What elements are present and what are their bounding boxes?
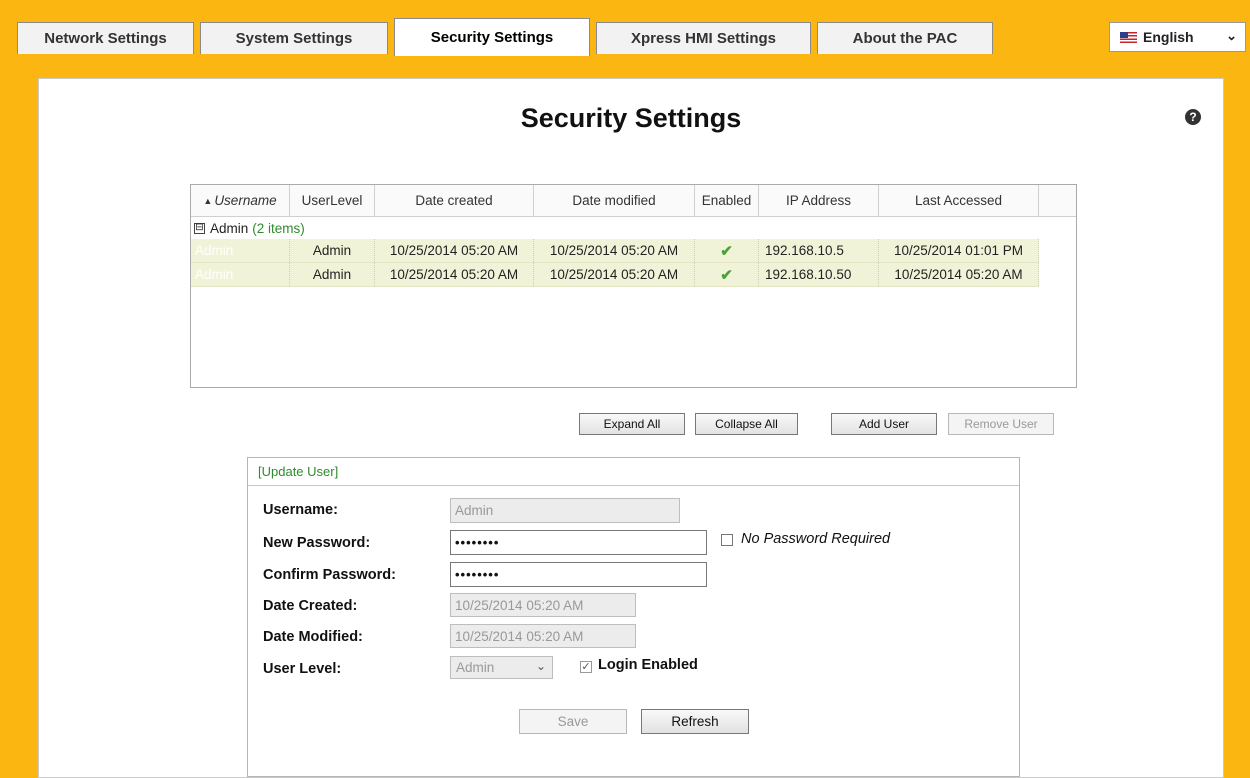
- date-modified-field[interactable]: 10/25/2014 05:20 AM: [450, 624, 636, 648]
- cell-username: Admin: [191, 239, 290, 262]
- tab-security-settings[interactable]: Security Settings: [394, 18, 590, 56]
- checkmark-icon: ✔: [720, 242, 733, 260]
- column-header-date-created[interactable]: Date created: [375, 185, 534, 216]
- form-legend: [Update User]: [258, 464, 339, 479]
- tab-about-the-pac[interactable]: About the PAC: [817, 22, 993, 54]
- username-label: Username:: [263, 502, 338, 518]
- add-user-button[interactable]: Add User: [831, 413, 937, 435]
- settings-tabs: Network Settings System Settings Securit…: [17, 18, 999, 56]
- page-title: Security Settings: [520, 103, 742, 133]
- no-password-label: No Password Required: [741, 531, 891, 547]
- confirm-password-field[interactable]: ••••••••: [450, 562, 707, 587]
- cell-ip-address: 192.168.10.50: [759, 263, 879, 286]
- date-created-field[interactable]: 10/25/2014 05:20 AM: [450, 593, 636, 617]
- update-user-form: [Update User] Username: Admin New Passwo…: [247, 457, 1020, 777]
- cell-username: Admin: [191, 263, 290, 286]
- content-panel: Security Settings ? ▲ Username UserLevel …: [38, 78, 1224, 778]
- table-row[interactable]: Admin Admin 10/25/2014 05:20 AM 10/25/20…: [191, 263, 1039, 287]
- column-label: Username: [214, 193, 277, 208]
- user-level-label: User Level:: [263, 661, 342, 677]
- group-count: (2 items): [252, 220, 305, 236]
- cell-date-created: 10/25/2014 05:20 AM: [375, 239, 534, 262]
- chevron-down-icon: ⌄: [1226, 28, 1237, 43]
- login-enabled-label: Login Enabled: [598, 657, 698, 673]
- cell-enabled: ✔: [695, 263, 759, 286]
- column-header-userlevel[interactable]: UserLevel: [290, 185, 375, 216]
- remove-user-button[interactable]: Remove User: [948, 413, 1054, 435]
- cell-userlevel: Admin: [290, 239, 375, 262]
- cell-userlevel: Admin: [290, 263, 375, 286]
- us-flag-icon: [1120, 31, 1137, 43]
- column-header-last-accessed[interactable]: Last Accessed: [879, 185, 1039, 216]
- save-button[interactable]: Save: [519, 709, 627, 734]
- login-enabled-checkbox[interactable]: ✓: [580, 661, 592, 673]
- language-label: English: [1143, 29, 1194, 45]
- cell-ip-address: 192.168.10.5: [759, 239, 879, 262]
- cell-date-created: 10/25/2014 05:20 AM: [375, 263, 534, 286]
- cell-enabled: ✔: [695, 239, 759, 262]
- column-header-date-modified[interactable]: Date modified: [534, 185, 695, 216]
- help-icon[interactable]: ?: [1185, 109, 1201, 125]
- language-select[interactable]: English ⌄: [1109, 22, 1246, 52]
- chevron-down-icon: ⌄: [535, 659, 546, 673]
- cell-last-accessed: 10/25/2014 01:01 PM: [879, 239, 1039, 262]
- column-header-enabled[interactable]: Enabled: [695, 185, 759, 216]
- cell-last-accessed: 10/25/2014 05:20 AM: [879, 263, 1039, 286]
- date-created-label: Date Created:: [263, 598, 358, 614]
- confirm-password-label: Confirm Password:: [263, 567, 396, 583]
- collapse-toggle-icon[interactable]: ⊟: [194, 222, 205, 234]
- tab-system-settings[interactable]: System Settings: [200, 22, 388, 54]
- group-name: Admin: [210, 220, 249, 236]
- new-password-label: New Password:: [263, 535, 371, 551]
- group-row-admin[interactable]: ⊟ Admin (2 items): [191, 217, 1076, 239]
- expand-all-button[interactable]: Expand All: [579, 413, 685, 435]
- sort-ascending-icon: ▲: [203, 195, 213, 206]
- collapse-all-button[interactable]: Collapse All: [695, 413, 798, 435]
- new-password-field[interactable]: ••••••••: [450, 530, 707, 555]
- user-level-select[interactable]: Admin ⌄: [450, 656, 553, 679]
- grid-header: ▲ Username UserLevel Date created Date mo…: [191, 185, 1076, 217]
- username-field[interactable]: Admin: [450, 498, 680, 523]
- cell-date-modified: 10/25/2014 05:20 AM: [534, 263, 695, 286]
- table-row[interactable]: Admin Admin 10/25/2014 05:20 AM 10/25/20…: [191, 239, 1039, 263]
- user-level-value: Admin: [456, 660, 495, 675]
- no-password-checkbox[interactable]: [721, 534, 733, 546]
- top-tab-bar: Network Settings System Settings Securit…: [0, 0, 1250, 60]
- column-header-ip-address[interactable]: IP Address: [759, 185, 879, 216]
- users-grid: ▲ Username UserLevel Date created Date mo…: [190, 184, 1077, 388]
- tab-network-settings[interactable]: Network Settings: [17, 22, 194, 54]
- cell-date-modified: 10/25/2014 05:20 AM: [534, 239, 695, 262]
- date-modified-label: Date Modified:: [263, 629, 363, 645]
- form-divider: [248, 485, 1019, 486]
- tab-xpress-hmi-settings[interactable]: Xpress HMI Settings: [596, 22, 811, 54]
- column-header-username[interactable]: ▲ Username: [191, 185, 290, 216]
- refresh-button[interactable]: Refresh: [641, 709, 749, 734]
- checkmark-icon: ✔: [720, 266, 733, 284]
